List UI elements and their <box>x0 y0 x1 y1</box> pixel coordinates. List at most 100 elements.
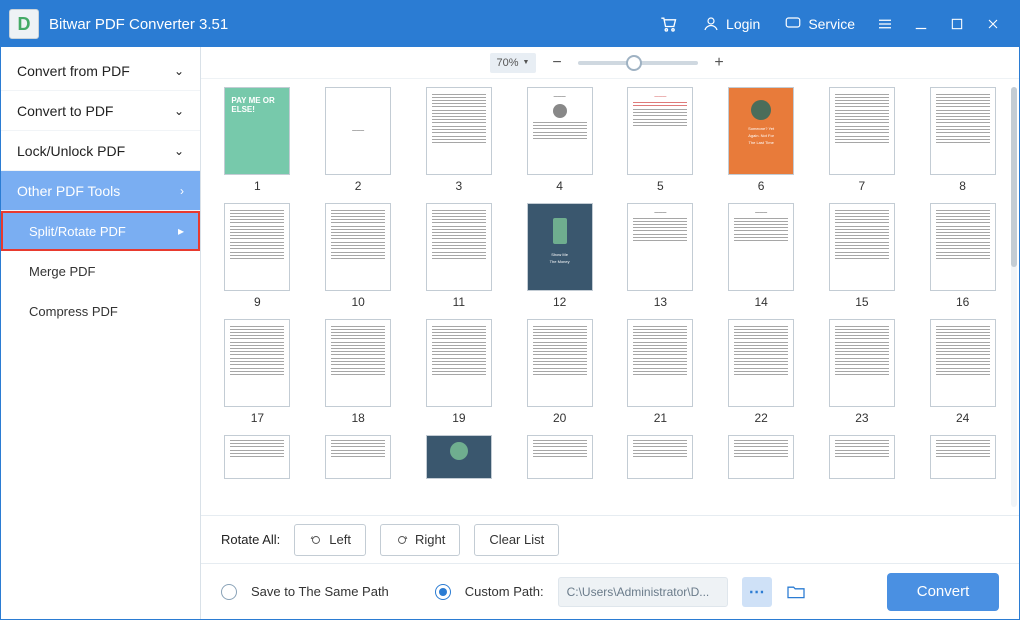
page-thumbnail[interactable] <box>221 435 294 479</box>
page-thumbnail[interactable]: 17 <box>221 319 294 429</box>
save-same-path-label[interactable]: Save to The Same Path <box>251 584 389 599</box>
page-thumbnail[interactable]: PAY ME OR ELSE!1 <box>221 87 294 197</box>
page-thumbnail[interactable]: 20 <box>523 319 596 429</box>
page-thumbnail[interactable]: 22 <box>725 319 798 429</box>
page-thumbnail[interactable] <box>523 435 596 479</box>
page-thumbnail-frame <box>627 435 693 479</box>
caret-down-icon: ▼ <box>523 59 530 66</box>
cart-button[interactable] <box>646 14 690 34</box>
zoom-slider-thumb[interactable] <box>626 55 642 71</box>
page-thumbnail-frame <box>829 203 895 291</box>
page-thumbnail-frame <box>930 319 996 407</box>
page-number: 17 <box>251 411 264 429</box>
clear-list-button[interactable]: Clear List <box>474 524 559 556</box>
page-thumbnail[interactable]: ——— 5 <box>624 87 697 197</box>
service-button[interactable]: Service <box>772 15 867 33</box>
page-thumbnail[interactable] <box>926 435 999 479</box>
custom-path-label[interactable]: Custom Path: <box>465 584 544 599</box>
custom-path-value: C:\Users\Administrator\D... <box>567 585 710 599</box>
custom-path-input[interactable]: C:\Users\Administrator\D... <box>558 577 728 607</box>
zoom-in-button[interactable]: + <box>708 52 730 74</box>
sidebar-group-convert-to[interactable]: Convert to PDF ⌄ <box>1 91 200 131</box>
convert-button-label: Convert <box>917 583 970 600</box>
page-thumbnail[interactable] <box>322 435 395 479</box>
page-number: 9 <box>254 295 261 313</box>
page-thumbnail[interactable] <box>423 435 496 479</box>
page-thumbnail-frame <box>426 87 492 175</box>
page-thumbnail-frame <box>224 319 290 407</box>
output-path-row: Save to The Same Path Custom Path: C:\Us… <box>201 563 1019 619</box>
sidebar-item-split-rotate[interactable]: Split/Rotate PDF ▸ <box>1 211 200 251</box>
sidebar-group-convert-from[interactable]: Convert from PDF ⌄ <box>1 51 200 91</box>
page-thumbnail[interactable] <box>826 435 899 479</box>
page-thumbnail[interactable]: 18 <box>322 319 395 429</box>
page-thumbnail[interactable]: ———2 <box>322 87 395 197</box>
sidebar-item-merge[interactable]: Merge PDF <box>1 251 200 291</box>
page-number: 8 <box>959 179 966 197</box>
rotate-right-button[interactable]: Right <box>380 524 460 556</box>
page-number: 11 <box>453 295 465 313</box>
save-same-path-radio[interactable] <box>221 584 237 600</box>
page-thumbnail-frame: ——— <box>627 87 693 175</box>
page-thumbnail[interactable]: 11 <box>423 203 496 313</box>
page-number: 24 <box>956 411 969 429</box>
zoom-out-button[interactable]: − <box>546 52 568 74</box>
page-thumbnail[interactable]: 15 <box>826 203 899 313</box>
page-thumbnail[interactable]: Show MeThe Money12 <box>523 203 596 313</box>
chat-icon <box>784 15 802 33</box>
page-thumbnail[interactable]: 7 <box>826 87 899 197</box>
page-thumbnail[interactable]: ———13 <box>624 203 697 313</box>
sidebar-item-compress[interactable]: Compress PDF <box>1 291 200 331</box>
scrollbar-thumb[interactable] <box>1011 87 1017 267</box>
page-thumbnail[interactable]: 8 <box>926 87 999 197</box>
page-thumbnail[interactable]: 16 <box>926 203 999 313</box>
page-thumbnail[interactable]: 10 <box>322 203 395 313</box>
page-thumbnail[interactable] <box>624 435 697 479</box>
page-thumbnail[interactable]: 21 <box>624 319 697 429</box>
scrollbar[interactable] <box>1011 87 1017 507</box>
convert-button[interactable]: Convert <box>887 573 999 611</box>
clear-list-label: Clear List <box>489 532 544 547</box>
page-thumbnail-frame <box>224 435 290 479</box>
page-thumbnail[interactable]: ——— 14 <box>725 203 798 313</box>
page-thumbnail-frame <box>325 319 391 407</box>
open-folder-button[interactable] <box>786 584 806 600</box>
custom-path-radio[interactable] <box>435 584 451 600</box>
page-thumbnail-frame <box>930 203 996 291</box>
sidebar-item-label: Split/Rotate PDF <box>29 224 126 239</box>
login-button[interactable]: Login <box>690 15 772 33</box>
zoom-slider-track[interactable] <box>578 61 698 65</box>
sidebar-group-lock[interactable]: Lock/Unlock PDF ⌄ <box>1 131 200 171</box>
menu-button[interactable] <box>867 6 903 42</box>
page-thumbnail[interactable]: 9 <box>221 203 294 313</box>
rotate-left-button[interactable]: Left <box>294 524 366 556</box>
zoom-percent-display[interactable]: 70% ▼ <box>490 53 536 73</box>
page-thumbnail[interactable]: ———4 <box>523 87 596 197</box>
page-thumbnail-frame <box>930 435 996 479</box>
page-thumbnail[interactable]: Someone? YetAgain. Not ForThe Last Time6 <box>725 87 798 197</box>
main-panel: 70% ▼ − + PAY ME OR ELSE!1———23———4———5S… <box>201 47 1019 619</box>
page-number: 18 <box>351 411 364 429</box>
page-number: 6 <box>758 179 765 197</box>
page-number: 16 <box>956 295 969 313</box>
page-number: 19 <box>452 411 465 429</box>
page-number: 3 <box>456 179 463 197</box>
page-thumbnail-frame <box>224 203 290 291</box>
maximize-button[interactable] <box>939 6 975 42</box>
page-thumbnail-frame: ——— <box>728 203 794 291</box>
page-thumbnail[interactable]: 24 <box>926 319 999 429</box>
zoom-percent-value: 70% <box>497 57 519 69</box>
page-thumbnail[interactable]: 19 <box>423 319 496 429</box>
page-thumbnail[interactable]: 3 <box>423 87 496 197</box>
page-number: 5 <box>657 179 664 197</box>
browse-path-button[interactable]: ⋯ <box>742 577 772 607</box>
page-thumbnail[interactable]: 23 <box>826 319 899 429</box>
close-button[interactable] <box>975 6 1011 42</box>
page-number: 4 <box>556 179 563 197</box>
page-number: 14 <box>754 295 767 313</box>
page-thumbnail[interactable] <box>725 435 798 479</box>
minimize-button[interactable] <box>903 6 939 42</box>
sidebar-group-other-tools[interactable]: Other PDF Tools › <box>1 171 200 211</box>
page-number: 20 <box>553 411 566 429</box>
minimize-icon <box>912 15 930 33</box>
